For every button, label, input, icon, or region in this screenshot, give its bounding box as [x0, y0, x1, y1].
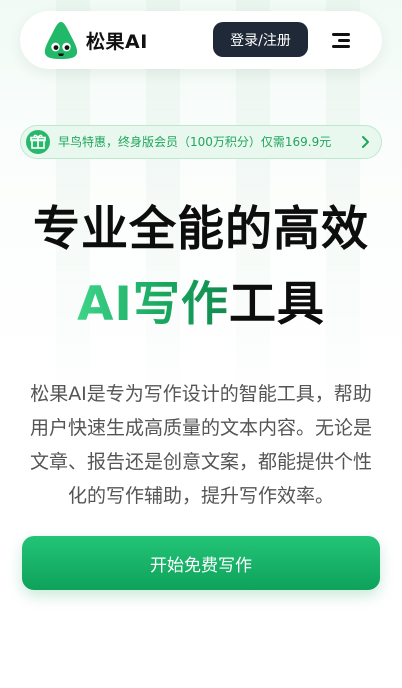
login-register-button[interactable]: 登录/注册 — [213, 22, 308, 57]
hero-title-line-2: AI写作工具 — [0, 271, 402, 339]
pine-cone-mascot-icon — [44, 22, 78, 59]
hero-title-rest: 工具 — [228, 277, 325, 332]
hero-description: 松果AI是专为写作设计的智能工具，帮助用户快速生成高质量的文本内容。无论是文章、… — [29, 383, 372, 507]
gift-icon — [26, 130, 50, 154]
chevron-right-icon — [362, 136, 369, 148]
brand-logo[interactable]: 松果AI — [42, 20, 148, 60]
landing-page: 松果AI 登录/注册 早鸟特惠，终身版会员（100万积分）仅需169.9元 专业… — [0, 0, 402, 688]
promo-text: 早鸟特惠，终身版会员（100万积分）仅需169.9元 — [58, 135, 332, 149]
promo-banner[interactable]: 早鸟特惠，终身版会员（100万积分）仅需169.9元 — [20, 125, 382, 159]
top-nav-bar: 松果AI 登录/注册 — [20, 11, 382, 69]
brand-name: 松果AI — [86, 30, 148, 53]
hero-title-accent: AI写作 — [77, 277, 229, 332]
start-free-writing-button[interactable]: 开始免费写作 — [22, 536, 380, 590]
hamburger-menu-icon[interactable] — [326, 28, 354, 52]
hero-title-line-1: 专业全能的高效 — [33, 202, 369, 257]
